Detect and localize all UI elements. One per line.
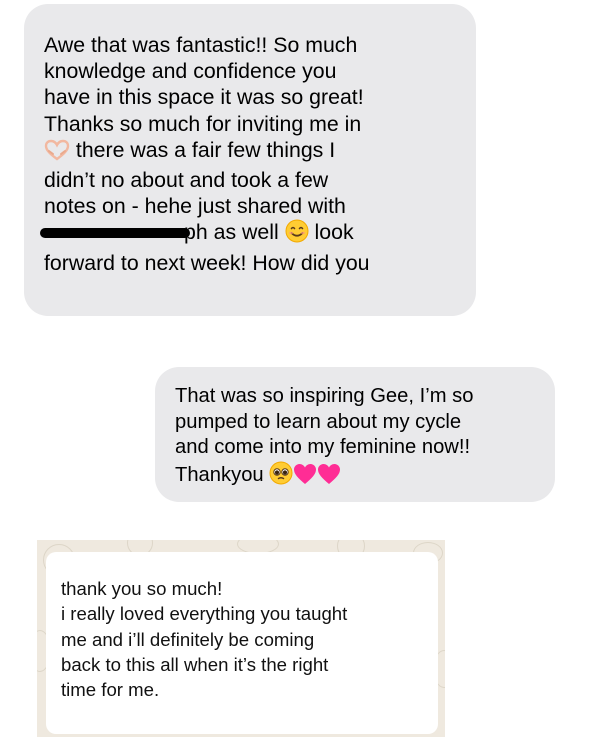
- message-line: notes on - hehe just shared with: [44, 194, 346, 219]
- message-line-with-emoji: there was a fair few things I: [44, 137, 456, 167]
- message-line: thank you so much!: [61, 578, 223, 599]
- message-text: Thankyou: [175, 463, 264, 486]
- message-text: there was a fair few things I: [75, 137, 336, 162]
- pink-heart-icon: [317, 463, 341, 493]
- message-line: and come into my feminine now!!: [175, 436, 471, 458]
- redaction-scribble: [40, 227, 190, 238]
- incoming-message-bubble-3: thank you so much! i really loved everyt…: [46, 552, 438, 734]
- message-line: Awe that was fantastic!! So much: [44, 33, 358, 57]
- message-line: me and i’ll definitely be coming: [61, 628, 315, 650]
- heart-hands-icon: [44, 139, 70, 167]
- message-line: time for me.: [61, 679, 160, 701]
- message-line-with-emoji: Thankyou: [175, 461, 535, 493]
- message-text: ph as well: [184, 220, 279, 245]
- message-line: Thanks so much for inviting me in: [44, 111, 362, 136]
- incoming-message-bubble-2: That was so inspiring Gee, I’m so pumped…: [155, 367, 555, 502]
- message-line: forward to next week! How did you: [44, 250, 370, 275]
- whatsapp-screenshot: thank you so much! i really loved everyt…: [37, 540, 445, 737]
- pleading-face-icon: [269, 461, 293, 493]
- message-line: back to this all when it’s the right: [61, 653, 329, 675]
- message-line: knowledge and confidence you: [44, 59, 337, 84]
- smiling-face-icon: [285, 219, 309, 249]
- message-text: look: [314, 220, 354, 245]
- pink-heart-icon: [293, 463, 317, 493]
- incoming-message-bubble: Awe that was fantastic!! So much knowled…: [24, 4, 476, 316]
- message-line: didn’t no about and took a few: [44, 168, 329, 193]
- message-line: have in this space it was so great!: [44, 85, 364, 110]
- message-line-with-redaction: ph as well look: [40, 219, 456, 249]
- message-line: pumped to learn about my cycle: [175, 410, 462, 433]
- message-line: That was so inspiring Gee, I’m so: [175, 385, 474, 407]
- imessage-screenshot-1: Awe that was fantastic!! So much knowled…: [24, 4, 476, 316]
- message-line: i really loved everything you taught: [61, 603, 348, 625]
